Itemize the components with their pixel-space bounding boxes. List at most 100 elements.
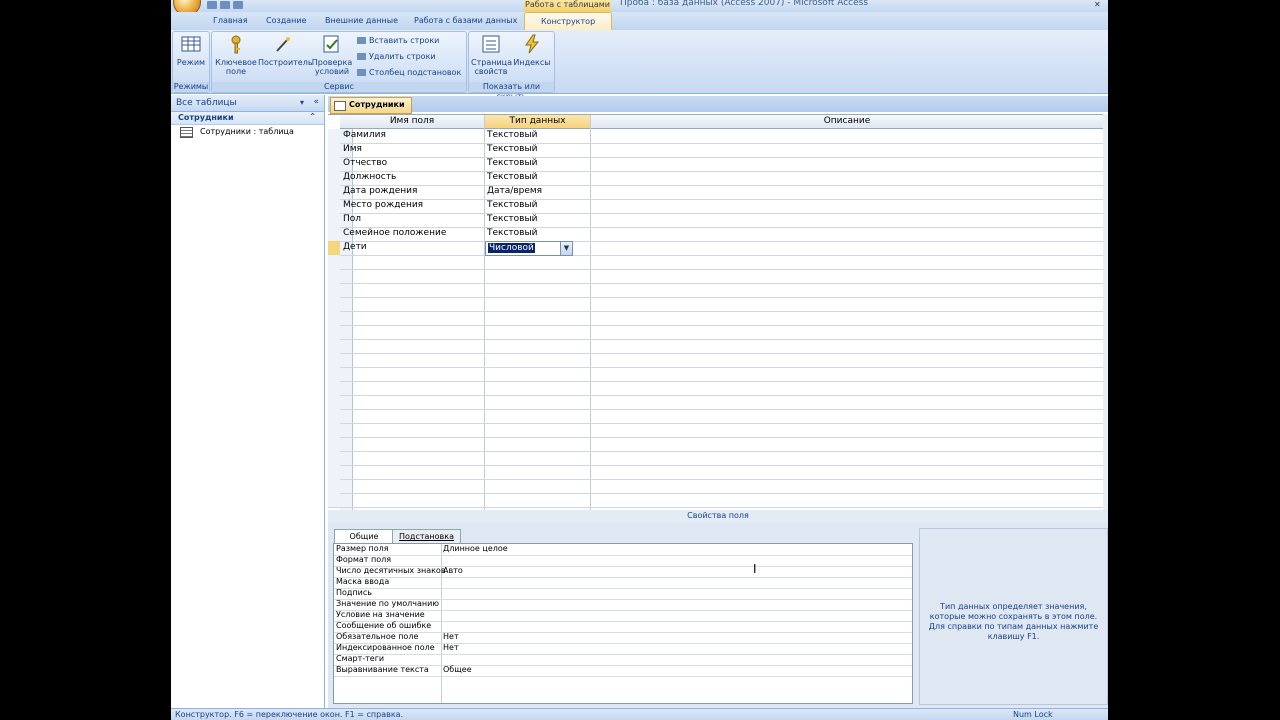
row-selector[interactable] xyxy=(328,241,340,256)
nav-pane-header[interactable]: Все таблицы ▾ « xyxy=(171,95,324,112)
document-tab-employees[interactable]: Сотрудники xyxy=(330,97,412,114)
table-row[interactable] xyxy=(340,283,1108,298)
data-type-cell[interactable]: Текстовый xyxy=(487,144,537,154)
data-type-dropdown[interactable]: Числовой ▼ xyxy=(485,241,573,256)
table-row[interactable]: Место рождения Текстовый xyxy=(340,199,1108,214)
chevron-down-icon[interactable]: ▾ xyxy=(300,98,304,107)
table-row[interactable] xyxy=(340,409,1108,424)
table-row[interactable] xyxy=(340,269,1108,284)
tab-create[interactable]: Создание xyxy=(266,16,307,25)
table-row[interactable] xyxy=(340,353,1108,368)
field-name-cell[interactable]: Пол xyxy=(343,214,361,224)
indexes-button[interactable]: Индексы xyxy=(513,34,551,67)
save-icon[interactable] xyxy=(207,1,217,9)
tab-lookup[interactable]: Подстановка xyxy=(392,529,461,543)
field-name-cell[interactable]: Семейное положение xyxy=(343,228,446,238)
row-selector[interactable] xyxy=(328,437,340,452)
table-row[interactable] xyxy=(340,437,1108,452)
table-row[interactable] xyxy=(340,479,1108,494)
mode-button[interactable]: Режим xyxy=(176,34,206,67)
row-selector[interactable] xyxy=(328,171,340,186)
data-type-cell[interactable]: Текстовый xyxy=(487,158,537,168)
row-selector[interactable] xyxy=(328,493,340,508)
row-selector[interactable] xyxy=(328,255,340,270)
redo-icon[interactable] xyxy=(233,1,243,9)
data-type-cell[interactable]: Текстовый xyxy=(487,172,537,182)
property-value[interactable]: Общее xyxy=(443,665,472,674)
table-row[interactable]: Семейное положение Текстовый xyxy=(340,227,1108,242)
check-conditions-button[interactable]: Проверка условий xyxy=(310,34,354,76)
field-name-cell[interactable]: Фамилия xyxy=(343,130,386,140)
field-name-cell[interactable]: Дата рождения xyxy=(343,186,417,196)
nav-group-employees[interactable]: Сотрудники ⌃ xyxy=(171,112,324,125)
row-selector[interactable] xyxy=(328,129,340,144)
table-row[interactable]: Дата рождения Дата/время xyxy=(340,185,1108,200)
row-selector[interactable] xyxy=(328,409,340,424)
row-selector[interactable] xyxy=(328,339,340,354)
tab-database-tools[interactable]: Работа с базами данных xyxy=(414,16,517,25)
table-row[interactable] xyxy=(340,395,1108,410)
collapse-pane-icon[interactable]: « xyxy=(313,97,319,107)
insert-rows-button[interactable]: Вставить строки xyxy=(357,36,439,45)
field-name-cell[interactable]: Имя xyxy=(343,144,362,154)
property-value[interactable]: Авто xyxy=(443,566,463,575)
property-value[interactable]: Длинное целое xyxy=(443,544,508,553)
data-type-cell[interactable]: Текстовый xyxy=(487,130,537,140)
field-name-cell[interactable]: Должность xyxy=(343,172,396,182)
row-selector[interactable] xyxy=(328,381,340,396)
table-row[interactable] xyxy=(340,423,1108,438)
tab-home[interactable]: Главная xyxy=(213,16,248,25)
field-name-cell[interactable]: Место рождения xyxy=(343,200,423,210)
tab-design[interactable]: Конструктор xyxy=(524,12,613,31)
table-row[interactable]: Отчество Текстовый xyxy=(340,157,1108,172)
field-name-cell[interactable]: Отчество xyxy=(343,158,387,168)
row-selector[interactable] xyxy=(328,185,340,200)
table-row[interactable] xyxy=(340,339,1108,354)
nav-item-employees-table[interactable]: Сотрудники : таблица xyxy=(171,125,324,139)
row-selector[interactable] xyxy=(328,395,340,410)
lookup-column-button[interactable]: Столбец подстановок xyxy=(357,68,461,77)
column-header-data-type[interactable]: Тип данных xyxy=(485,115,591,129)
row-selector[interactable] xyxy=(328,451,340,466)
table-row[interactable] xyxy=(340,311,1108,326)
table-row[interactable] xyxy=(340,297,1108,312)
data-type-cell[interactable]: Текстовый xyxy=(487,228,537,238)
key-field-button[interactable]: Ключевое поле xyxy=(214,34,258,76)
row-selector[interactable] xyxy=(328,199,340,214)
row-selector[interactable] xyxy=(328,157,340,172)
column-header-description[interactable]: Описание xyxy=(591,115,1104,129)
row-selector[interactable] xyxy=(328,311,340,326)
table-row[interactable]: Должность Текстовый xyxy=(340,171,1108,186)
property-value[interactable]: Нет xyxy=(443,643,459,652)
property-page-button[interactable]: Страница свойств xyxy=(471,34,512,76)
table-row[interactable] xyxy=(340,451,1108,466)
field-name-cell[interactable]: Дети xyxy=(343,242,367,252)
vertical-scrollbar[interactable] xyxy=(1103,114,1108,510)
row-selector[interactable] xyxy=(328,213,340,228)
property-value[interactable]: Нет xyxy=(443,632,459,641)
row-selector[interactable] xyxy=(328,423,340,438)
row-selector[interactable] xyxy=(328,269,340,284)
table-row[interactable] xyxy=(340,465,1108,480)
data-type-cell[interactable]: Текстовый xyxy=(487,214,537,224)
row-selector[interactable] xyxy=(328,367,340,382)
table-row[interactable]: Дети Числовой ▼ xyxy=(340,241,1108,256)
row-selector[interactable] xyxy=(328,143,340,158)
property-row[interactable]: Выравнивание текста Общее xyxy=(334,665,912,677)
row-selector[interactable] xyxy=(328,353,340,368)
table-row[interactable] xyxy=(340,367,1108,382)
table-row[interactable] xyxy=(340,381,1108,396)
table-row[interactable] xyxy=(340,493,1108,508)
row-selector[interactable] xyxy=(328,297,340,312)
table-row[interactable] xyxy=(340,255,1108,270)
tab-external-data[interactable]: Внешние данные xyxy=(325,16,398,25)
delete-rows-button[interactable]: Удалить строки xyxy=(357,52,436,61)
table-row[interactable]: Фамилия Текстовый xyxy=(340,129,1108,144)
table-row[interactable]: Имя Текстовый xyxy=(340,143,1108,158)
row-selector[interactable] xyxy=(328,283,340,298)
row-selector[interactable] xyxy=(328,227,340,242)
row-selector[interactable] xyxy=(328,465,340,480)
tab-general[interactable]: Общие xyxy=(334,529,394,544)
undo-icon[interactable] xyxy=(220,1,230,9)
data-type-cell[interactable]: Текстовый xyxy=(487,200,537,210)
